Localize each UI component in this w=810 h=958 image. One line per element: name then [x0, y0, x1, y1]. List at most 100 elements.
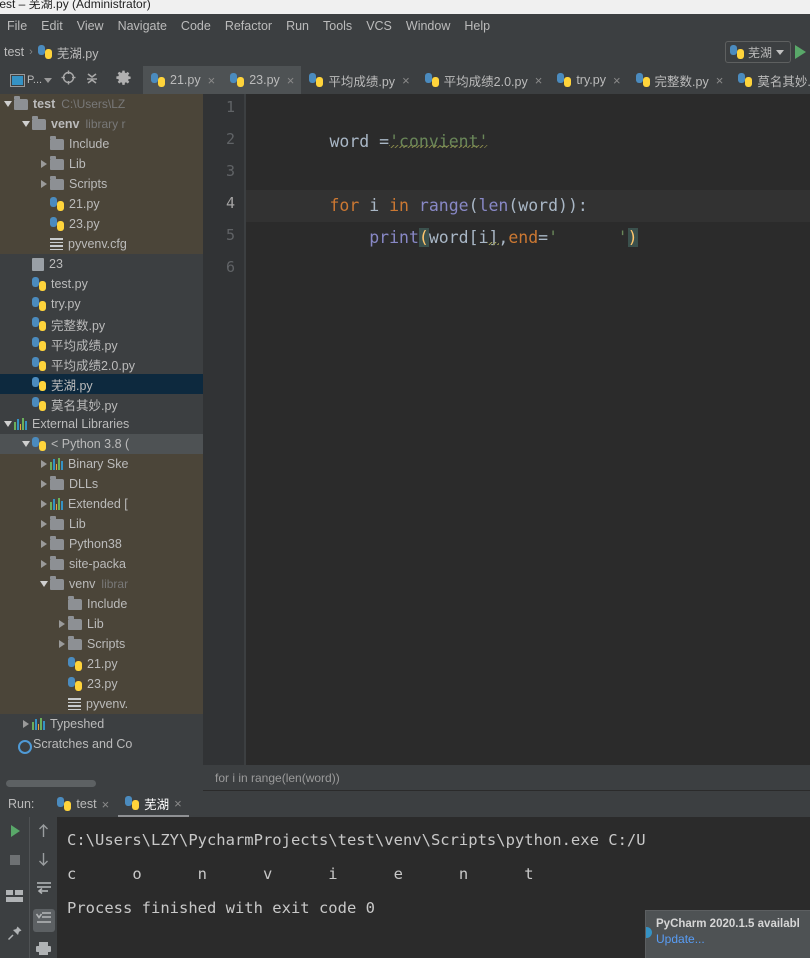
tree-node[interactable]: venv library r — [0, 114, 203, 134]
tree-node[interactable]: 23 — [0, 254, 203, 274]
stop-icon[interactable] — [8, 853, 22, 872]
notification-update-link[interactable]: Update... — [656, 932, 804, 946]
tree-node[interactable]: 芜湖.py — [0, 374, 203, 394]
chevron-right-icon[interactable] — [38, 540, 50, 548]
tree-node[interactable]: Lib — [0, 614, 203, 634]
chevron-right-icon[interactable] — [38, 500, 50, 508]
editor-tab[interactable]: 21.py × — [143, 66, 223, 94]
tree-node[interactable]: site-packa — [0, 554, 203, 574]
layout-icon[interactable] — [6, 889, 23, 908]
chevron-down-icon[interactable] — [2, 421, 14, 427]
breadcrumb-project[interactable]: test — [4, 45, 24, 59]
tree-node[interactable]: test C:\Users\LZ — [0, 94, 203, 114]
tree-node[interactable]: Scripts — [0, 174, 203, 194]
tree-node[interactable]: Scratches and Co — [0, 734, 203, 754]
scroll-to-end-icon[interactable] — [32, 909, 55, 932]
editor-breadcrumb-bar[interactable]: for i in range(len(word)) — [203, 765, 810, 790]
project-view-icon[interactable]: P... — [10, 73, 53, 87]
chevron-down-icon[interactable] — [38, 581, 50, 587]
menu-item-navigate[interactable]: Navigate — [111, 17, 174, 35]
scroll-up-icon[interactable] — [37, 823, 50, 843]
tree-node[interactable]: Include — [0, 594, 203, 614]
chevron-right-icon[interactable] — [38, 180, 50, 188]
editor-tab[interactable]: try.py × — [549, 66, 627, 94]
tree-node[interactable]: pyvenv.cfg — [0, 234, 203, 254]
menu-item-file[interactable]: File — [0, 17, 34, 35]
chevron-down-icon[interactable] — [20, 121, 32, 127]
menu-item-help[interactable]: Help — [457, 17, 497, 35]
menu-item-vcs[interactable]: VCS — [359, 17, 399, 35]
run-tab[interactable]: test × — [50, 791, 116, 817]
run-button-icon[interactable] — [795, 45, 806, 59]
editor-tab[interactable]: 平均成绩.py × — [301, 66, 416, 94]
tree-node[interactable]: 21.py — [0, 654, 203, 674]
tree-node[interactable]: Python38 — [0, 534, 203, 554]
tree-node[interactable]: Scripts — [0, 634, 203, 654]
editor-tab[interactable]: 平均成绩2.0.py × — [417, 66, 550, 94]
tree-node[interactable]: 平均成绩.py — [0, 334, 203, 354]
tree-node[interactable]: 莫名其妙.py — [0, 394, 203, 414]
menu-item-refactor[interactable]: Refactor — [218, 17, 279, 35]
editor-gutter[interactable]: 1 2 3 4 5 6 — [203, 94, 244, 765]
print-icon[interactable] — [35, 941, 52, 958]
chevron-down-icon[interactable] — [20, 441, 32, 447]
tree-node[interactable]: try.py — [0, 294, 203, 314]
menu-item-code[interactable]: Code — [174, 17, 218, 35]
soft-wrap-icon[interactable] — [36, 881, 52, 900]
update-notification[interactable]: PyCharm 2020.1.5 availabl Update... — [645, 910, 810, 958]
tree-node[interactable]: venv librar — [0, 574, 203, 594]
chevron-right-icon[interactable] — [20, 720, 32, 728]
tree-node[interactable]: 23.py — [0, 214, 203, 234]
settings-gear-icon[interactable] — [116, 70, 131, 90]
tree-node[interactable]: 23.py — [0, 674, 203, 694]
chevron-right-icon[interactable] — [38, 520, 50, 528]
close-icon[interactable]: × — [613, 73, 621, 88]
tree-node[interactable]: Extended [ — [0, 494, 203, 514]
menu-item-window[interactable]: Window — [399, 17, 457, 35]
code-editor[interactable]: 123456 word ='convient' for i in range(l… — [203, 94, 810, 765]
scroll-down-icon[interactable] — [37, 852, 50, 872]
run-configuration-selector[interactable]: 芜湖 — [724, 41, 791, 63]
code-content[interactable]: word ='convient' for i in range(len(word… — [244, 94, 810, 765]
tree-node[interactable]: < Python 3.8 ( — [0, 434, 203, 454]
close-icon[interactable]: × — [402, 73, 410, 88]
close-icon[interactable]: × — [208, 73, 216, 88]
editor-tab[interactable]: 莫名其妙.py× — [730, 66, 810, 94]
close-icon[interactable]: × — [174, 796, 182, 811]
chevron-down-icon[interactable] — [2, 101, 14, 107]
menu-item-tools[interactable]: Tools — [316, 17, 359, 35]
chevron-right-icon[interactable] — [38, 480, 50, 488]
collapse-all-icon[interactable] — [85, 71, 99, 90]
menu-item-view[interactable]: View — [70, 17, 111, 35]
close-icon[interactable]: × — [716, 73, 724, 88]
tree-node[interactable]: Typeshed — [0, 714, 203, 734]
breadcrumb-file[interactable]: 芜湖.py — [57, 43, 99, 62]
run-tab[interactable]: 芜湖 × — [118, 791, 189, 817]
menu-item-run[interactable]: Run — [279, 17, 316, 35]
tree-node[interactable]: DLLs — [0, 474, 203, 494]
target-icon[interactable] — [61, 70, 76, 90]
chevron-right-icon[interactable] — [38, 460, 50, 468]
pin-icon[interactable] — [7, 925, 23, 946]
run-icon[interactable] — [7, 823, 23, 844]
editor-tab[interactable]: 23.py × — [222, 66, 302, 94]
menu-item-edit[interactable]: Edit — [34, 17, 70, 35]
close-icon[interactable]: × — [535, 73, 543, 88]
tree-node[interactable]: External Libraries — [0, 414, 203, 434]
chevron-right-icon[interactable] — [56, 640, 68, 648]
chevron-right-icon[interactable] — [38, 160, 50, 168]
tree-node[interactable]: Binary Ske — [0, 454, 203, 474]
close-icon[interactable]: × — [287, 73, 295, 88]
tree-node[interactable]: Lib — [0, 154, 203, 174]
project-tool-window[interactable]: test C:\Users\LZ venv library r Include Lib Sc… — [0, 94, 203, 791]
tree-node[interactable]: Lib — [0, 514, 203, 534]
tree-node[interactable]: 平均成绩2.0.py — [0, 354, 203, 374]
chevron-right-icon[interactable] — [56, 620, 68, 628]
tree-node[interactable]: 完整数.py — [0, 314, 203, 334]
tree-node[interactable]: test.py — [0, 274, 203, 294]
chevron-right-icon[interactable] — [38, 560, 50, 568]
tree-node[interactable]: pyvenv. — [0, 694, 203, 714]
close-icon[interactable]: × — [102, 797, 110, 812]
tree-node[interactable]: 21.py — [0, 194, 203, 214]
editor-tab[interactable]: 完整数.py × — [628, 66, 731, 94]
